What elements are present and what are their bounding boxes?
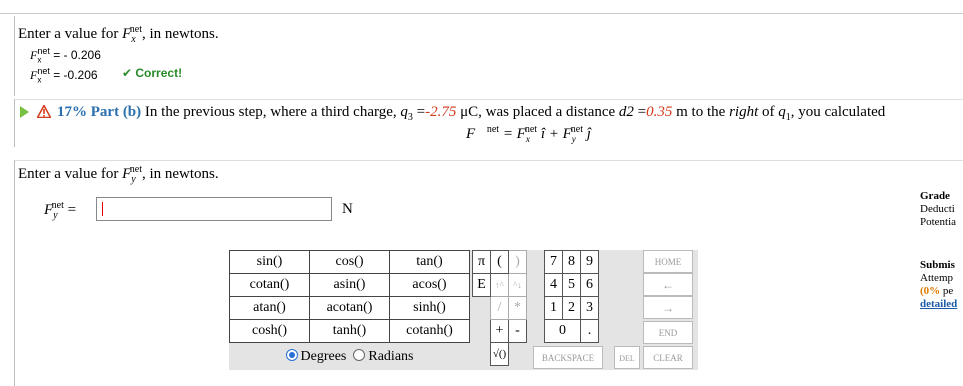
unit-label: N xyxy=(342,201,353,217)
answer-input[interactable] xyxy=(96,197,332,221)
divide-key[interactable]: / xyxy=(490,296,509,320)
part-a-answer-parsed: Fxnet = -0.206 xyxy=(30,66,98,85)
key-7[interactable]: 7 xyxy=(544,250,563,274)
potential-label: Potentia xyxy=(920,216,957,228)
function-keypad: sin() cos() tan() cotan() asin() acos() … xyxy=(229,250,470,343)
acos-button[interactable]: acos() xyxy=(389,273,470,297)
part-a-answer-entered: Fxnet = - 0.206 xyxy=(30,46,101,65)
key-5[interactable]: 5 xyxy=(562,273,581,297)
power-down-key[interactable]: ^↓ xyxy=(508,273,527,297)
left-arrow-key[interactable]: ← xyxy=(643,273,693,296)
minus-key[interactable]: - xyxy=(508,319,527,343)
tanh-button[interactable]: tanh() xyxy=(309,319,390,343)
text-caret xyxy=(102,202,103,216)
top-divider xyxy=(0,0,963,14)
part-a-prompt: Enter a value for Fxnet, in newtons. xyxy=(18,24,219,45)
key-4[interactable]: 4 xyxy=(544,273,563,297)
part-b-prompt: Enter a value for Fynet, in newtons. xyxy=(18,164,219,185)
multiply-key[interactable]: * xyxy=(508,296,527,320)
answer-input-label: Fynet = xyxy=(44,200,77,221)
percent-label: (0% xyxy=(920,285,941,297)
clear-key[interactable]: CLEAR xyxy=(643,346,693,369)
rparen-key[interactable]: ) xyxy=(508,250,527,274)
submissions-label: Submis xyxy=(920,259,955,271)
detailed-link[interactable]: detailed xyxy=(920,298,957,311)
key-2[interactable]: 2 xyxy=(562,296,581,320)
cosh-button[interactable]: cosh() xyxy=(229,319,310,343)
sinh-button[interactable]: sinh() xyxy=(389,296,470,320)
home-key[interactable]: HOME xyxy=(643,250,693,273)
tan-button[interactable]: tan() xyxy=(389,250,470,274)
acotan-button[interactable]: acotan() xyxy=(309,296,390,320)
key-8[interactable]: 8 xyxy=(562,250,581,274)
key-6[interactable]: 6 xyxy=(580,273,599,297)
right-arrow-key[interactable]: → xyxy=(643,296,693,319)
net-force-formula: F⃗net = Fxnet î + Fynet ĵ xyxy=(466,124,591,144)
cos-button[interactable]: cos() xyxy=(309,250,390,274)
degrees-radio[interactable] xyxy=(285,349,298,361)
part-b-question: 17% Part (b) In the previous step, where… xyxy=(57,104,886,123)
lparen-key[interactable]: ( xyxy=(490,250,509,274)
deduction-label: Deducti xyxy=(920,203,955,215)
atan-button[interactable]: atan() xyxy=(229,296,310,320)
e-key[interactable]: E xyxy=(472,273,491,297)
key-9[interactable]: 9 xyxy=(580,250,599,274)
power-up-key[interactable]: ↑^ xyxy=(490,273,509,297)
angle-mode-selector: Degrees Radians xyxy=(229,346,470,369)
correct-badge: ✔ Correct! xyxy=(122,66,183,80)
dot-key[interactable]: . xyxy=(580,319,599,343)
plus-key[interactable]: + xyxy=(490,319,509,343)
sqrt-key[interactable]: √() xyxy=(490,342,509,366)
key-1[interactable]: 1 xyxy=(544,296,563,320)
warning-icon xyxy=(37,105,51,118)
key-3[interactable]: 3 xyxy=(580,296,599,320)
play-icon[interactable] xyxy=(20,106,29,118)
radians-radio[interactable] xyxy=(353,349,366,361)
asin-button[interactable]: asin() xyxy=(309,273,390,297)
key-0[interactable]: 0 xyxy=(544,319,581,343)
sin-button[interactable]: sin() xyxy=(229,250,310,274)
del-key[interactable]: DEL xyxy=(614,346,640,369)
backspace-key[interactable]: BACKSPACE xyxy=(533,346,603,369)
degrees-label: Degrees xyxy=(300,349,347,364)
part-b-label[interactable]: 17% Part (b) xyxy=(57,104,141,120)
pi-key[interactable]: π xyxy=(472,250,491,274)
grade-label: Grade xyxy=(920,190,950,202)
cotanh-button[interactable]: cotanh() xyxy=(389,319,470,343)
end-key[interactable]: END xyxy=(643,321,693,344)
grade-summary-panel: Grade Deducti Potentia Submis Attemp (0%… xyxy=(920,190,958,311)
attempts-label: Attemp xyxy=(920,272,953,284)
cotan-button[interactable]: cotan() xyxy=(229,273,310,297)
radians-label: Radians xyxy=(368,349,414,364)
